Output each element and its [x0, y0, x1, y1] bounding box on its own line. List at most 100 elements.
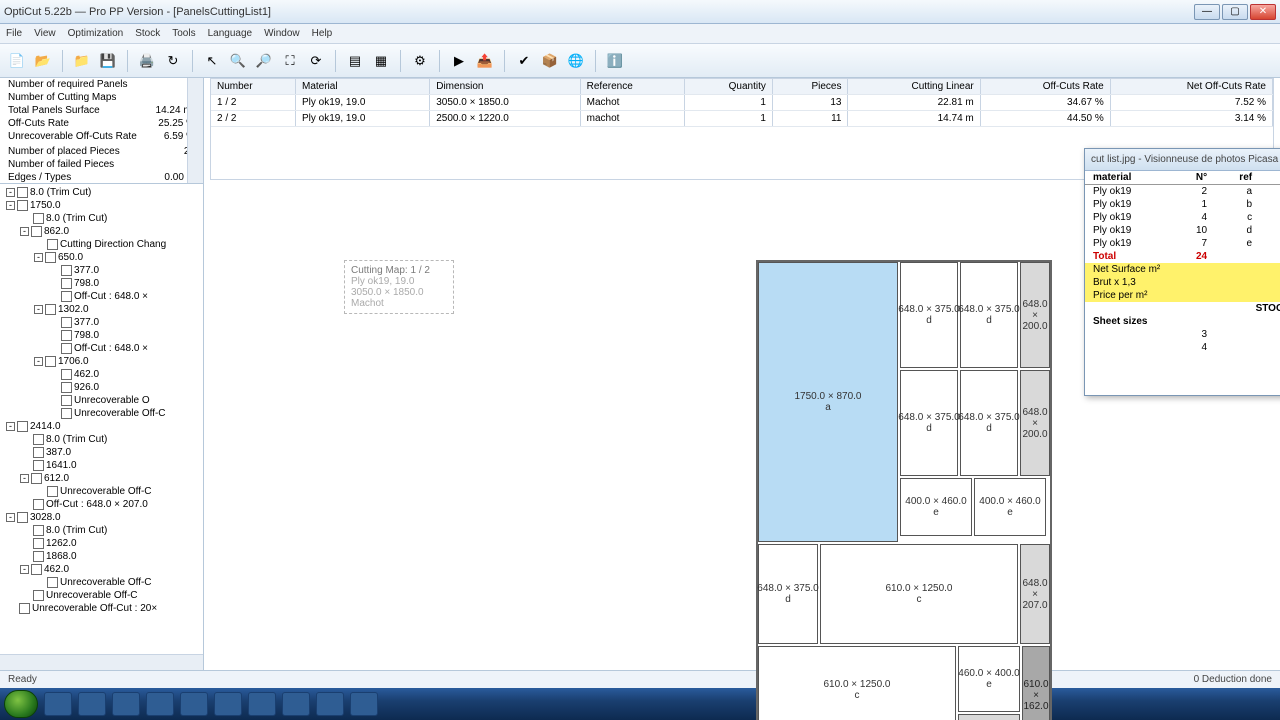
- tree-node[interactable]: -3028.0: [2, 511, 201, 524]
- tree-node[interactable]: -1302.0: [2, 303, 201, 316]
- taskbar-app-3[interactable]: [112, 692, 140, 716]
- tree-node[interactable]: Unrecoverable Off-Cut : 20×: [2, 602, 201, 615]
- tree-panel[interactable]: -8.0 (Trim Cut)-1750.08.0 (Trim Cut)-862…: [0, 184, 203, 670]
- cut-piece[interactable]: 610.0 × 1250.0c: [758, 646, 956, 720]
- refresh-icon[interactable]: ↻: [162, 50, 184, 72]
- cut-piece[interactable]: 648.0 × 207.0: [1020, 544, 1050, 644]
- tree-node[interactable]: 8.0 (Trim Cut): [2, 524, 201, 537]
- cut-piece[interactable]: 146.0 × 400.0: [958, 714, 1020, 720]
- tree-h-scrollbar[interactable]: [0, 654, 203, 670]
- tree-node[interactable]: Unrecoverable Off-C: [2, 407, 201, 420]
- menu-stock[interactable]: Stock: [135, 28, 160, 39]
- tree-node[interactable]: Unrecoverable O: [2, 394, 201, 407]
- tree-node[interactable]: 377.0: [2, 316, 201, 329]
- taskbar-app-10[interactable]: [350, 692, 378, 716]
- taskbar-app-5[interactable]: [180, 692, 208, 716]
- zoom-in-icon[interactable]: 🔎: [253, 50, 275, 72]
- taskbar-app-1[interactable]: [44, 692, 72, 716]
- play-icon[interactable]: ▶: [448, 50, 470, 72]
- cut-piece[interactable]: 648.0 × 375.0d: [900, 262, 958, 368]
- new-icon[interactable]: 📄: [6, 50, 28, 72]
- cut-piece[interactable]: 648.0 × 200.0: [1020, 370, 1050, 476]
- folder-icon[interactable]: 📁: [71, 50, 93, 72]
- check-icon[interactable]: ✔: [513, 50, 535, 72]
- tree-node[interactable]: Off-Cut : 648.0 × 207.0: [2, 498, 201, 511]
- cut-piece[interactable]: 648.0 × 200.0: [1020, 262, 1050, 368]
- menu-view[interactable]: View: [34, 28, 56, 39]
- cut-piece[interactable]: 400.0 × 460.0e: [974, 478, 1046, 536]
- cut-piece[interactable]: 648.0 × 375.0d: [758, 544, 818, 644]
- menu-file[interactable]: File: [6, 28, 22, 39]
- globe-icon[interactable]: 🌐: [565, 50, 587, 72]
- pointer-icon[interactable]: ↖: [201, 50, 223, 72]
- tree-node[interactable]: 462.0: [2, 368, 201, 381]
- tree-node[interactable]: -650.0: [2, 251, 201, 264]
- cut-piece[interactable]: 400.0 × 460.0e: [900, 478, 972, 536]
- cut-piece[interactable]: 610.0 × 1250.0c: [820, 544, 1018, 644]
- zoom-out-icon[interactable]: 🔍: [227, 50, 249, 72]
- tree-node[interactable]: 1868.0: [2, 550, 201, 563]
- tree-node[interactable]: -2414.0: [2, 420, 201, 433]
- open-icon[interactable]: 📂: [32, 50, 54, 72]
- taskbar[interactable]: [0, 688, 1280, 720]
- info-icon[interactable]: ℹ️: [604, 50, 626, 72]
- tree-node[interactable]: Unrecoverable Off-C: [2, 589, 201, 602]
- close-button[interactable]: ✕: [1250, 4, 1276, 20]
- tree-node[interactable]: 387.0: [2, 446, 201, 459]
- tree-node[interactable]: -612.0: [2, 472, 201, 485]
- tree-node[interactable]: -1706.0: [2, 355, 201, 368]
- minimize-button[interactable]: —: [1194, 4, 1220, 20]
- tree-node[interactable]: Off-Cut : 648.0 ×: [2, 342, 201, 355]
- export-icon[interactable]: 📤: [474, 50, 496, 72]
- grid-row[interactable]: 1 / 2Ply ok19, 19.03050.0 × 1850.0Machot…: [211, 95, 1273, 111]
- cut-piece[interactable]: 648.0 × 375.0d: [900, 370, 958, 476]
- tree-node[interactable]: 8.0 (Trim Cut): [2, 212, 201, 225]
- gear-icon[interactable]: ⚙: [409, 50, 431, 72]
- start-button[interactable]: [4, 690, 38, 718]
- taskbar-app-4[interactable]: [146, 692, 174, 716]
- cut-piece[interactable]: 1750.0 × 870.0a: [758, 262, 898, 542]
- menu-language[interactable]: Language: [208, 28, 253, 39]
- tree-node[interactable]: 1262.0: [2, 537, 201, 550]
- cut-piece[interactable]: 610.0 × 162.0: [1022, 646, 1050, 720]
- box-icon[interactable]: 📦: [539, 50, 561, 72]
- tree-node[interactable]: Off-Cut : 648.0 ×: [2, 290, 201, 303]
- menu-tools[interactable]: Tools: [172, 28, 195, 39]
- tree-node[interactable]: 1641.0: [2, 459, 201, 472]
- taskbar-app-8[interactable]: [282, 692, 310, 716]
- tree-node[interactable]: 798.0: [2, 329, 201, 342]
- tree-node[interactable]: -862.0: [2, 225, 201, 238]
- layer-icon[interactable]: ▤: [344, 50, 366, 72]
- tree-node[interactable]: Cutting Direction Chang: [2, 238, 201, 251]
- menu-window[interactable]: Window: [264, 28, 300, 39]
- cut-piece[interactable]: 460.0 × 400.0e: [958, 646, 1020, 712]
- menu-help[interactable]: Help: [312, 28, 333, 39]
- print-icon[interactable]: 🖨️: [136, 50, 158, 72]
- save-icon[interactable]: 💾: [97, 50, 119, 72]
- taskbar-app-2[interactable]: [78, 692, 106, 716]
- tree-node[interactable]: Unrecoverable Off-C: [2, 576, 201, 589]
- tree-node[interactable]: -462.0: [2, 563, 201, 576]
- cut-piece[interactable]: 648.0 × 375.0d: [960, 262, 1018, 368]
- tree-node[interactable]: 377.0: [2, 264, 201, 277]
- maximize-button[interactable]: ▢: [1222, 4, 1248, 20]
- sheet-icon[interactable]: ▦: [370, 50, 392, 72]
- tree-node[interactable]: 8.0 (Trim Cut): [2, 433, 201, 446]
- grid-row[interactable]: 2 / 2Ply ok19, 19.02500.0 × 1220.0machot…: [211, 111, 1273, 127]
- cut-piece[interactable]: 648.0 × 375.0d: [960, 370, 1018, 476]
- tree-node[interactable]: Unrecoverable Off-C: [2, 485, 201, 498]
- picasa-window[interactable]: cut list.jpg - Visionneuse de photos Pic…: [1084, 148, 1280, 396]
- taskbar-app-6[interactable]: [214, 692, 242, 716]
- stats-scrollbar[interactable]: [187, 78, 203, 183]
- tree-node[interactable]: -1750.0: [2, 199, 201, 212]
- menu-optimization[interactable]: Optimization: [68, 28, 124, 39]
- tree-node[interactable]: 798.0: [2, 277, 201, 290]
- tree-node[interactable]: 926.0: [2, 381, 201, 394]
- tree-node[interactable]: -8.0 (Trim Cut): [2, 186, 201, 199]
- taskbar-app-9[interactable]: [316, 692, 344, 716]
- cutting-map[interactable]: 1750.0 × 870.0a648.0 × 375.0d648.0 × 375…: [756, 260, 1052, 720]
- taskbar-app-7[interactable]: [248, 692, 276, 716]
- zoom-fit-icon[interactable]: ⛶: [279, 50, 301, 72]
- picasa-titlebar[interactable]: cut list.jpg - Visionneuse de photos Pic…: [1085, 149, 1280, 171]
- rotate-icon[interactable]: ⟳: [305, 50, 327, 72]
